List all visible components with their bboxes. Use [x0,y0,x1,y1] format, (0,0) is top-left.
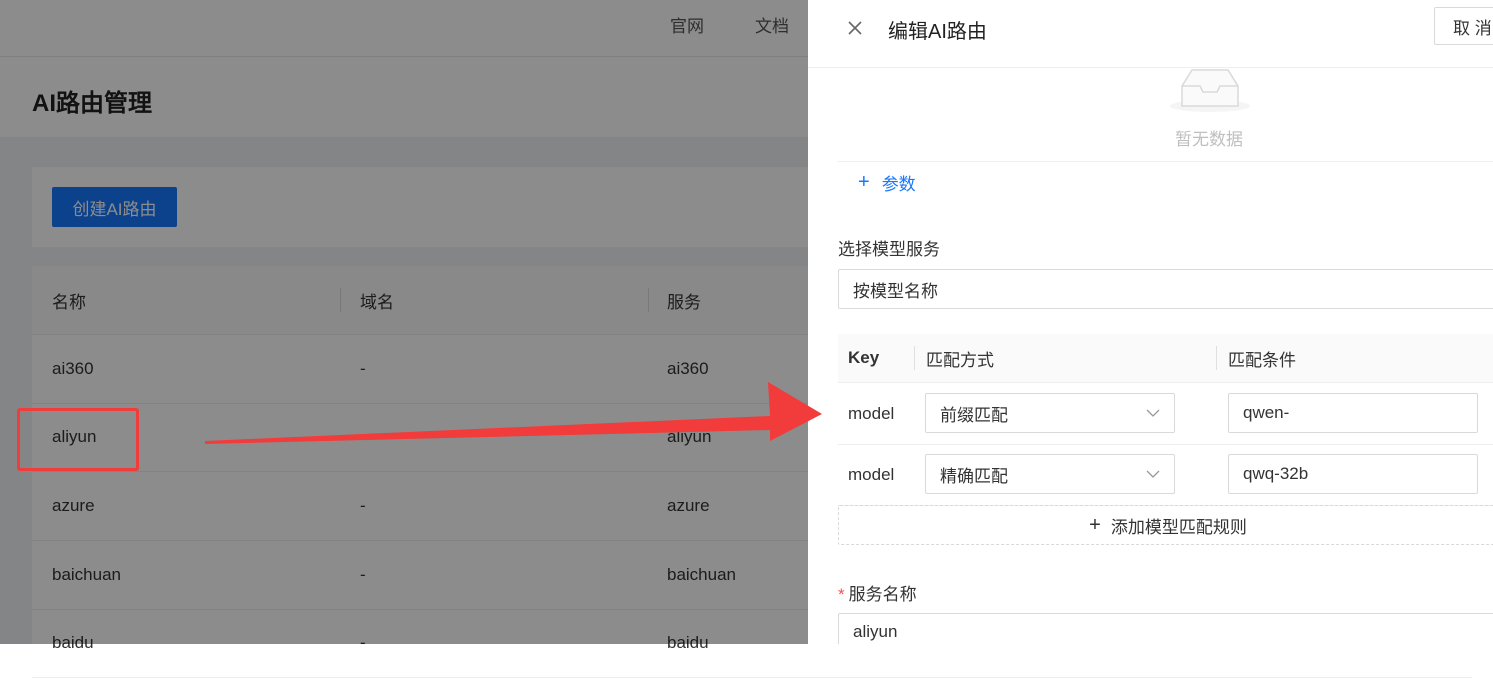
rules-header-key: Key [848,348,880,367]
chevron-down-icon [1146,470,1160,478]
drawer-header: 编辑AI路由 取 消 [808,0,1493,68]
rule-row: model 精确匹配 [838,444,1493,506]
rule-key: model [848,403,895,423]
add-rule-label: 添加模型匹配规则 [1110,517,1247,537]
model-service-label: 选择模型服务 [838,240,940,259]
match-condition-input[interactable] [1228,454,1478,494]
drawer-title: 编辑AI路由 [888,21,987,43]
service-name-field[interactable]: aliyun [838,613,1493,644]
rules-header-method: 匹配方式 [926,350,994,370]
service-name-label-text: 服务名称 [848,585,917,604]
service-name-label: * 服务名称 [838,580,917,605]
edit-ai-route-drawer: 编辑AI路由 取 消 暂无数据 + 参数 选择模型服务 按模型名称 Key 匹配… [808,0,1493,644]
modal-mask[interactable] [0,0,808,644]
column-divider [1216,346,1217,370]
required-marker: * [838,585,845,604]
chevron-down-icon [1146,409,1160,417]
close-icon[interactable] [844,17,866,39]
add-param-button[interactable]: + 参数 [858,170,916,195]
plus-icon: + [858,171,870,193]
rules-header-condition: 匹配条件 [1228,350,1296,370]
annotation-highlight-box [17,408,139,471]
match-method-select[interactable]: 精确匹配 [925,454,1175,494]
match-condition-input[interactable] [1228,393,1478,433]
add-model-match-rule-button[interactable]: + 添加模型匹配规则 [838,505,1493,545]
match-method-value: 精确匹配 [940,466,1008,486]
match-method-select[interactable]: 前缀匹配 [925,393,1175,433]
plus-icon: + [1089,513,1101,536]
empty-state-text: 暂无数据 [1175,130,1243,149]
divider [838,161,1493,162]
add-param-label: 参数 [881,175,916,194]
rule-key: model [848,464,895,484]
model-service-select[interactable]: 按模型名称 [838,269,1493,309]
cancel-button[interactable]: 取 消 [1434,7,1493,45]
empty-inbox-icon [1170,69,1250,112]
match-method-value: 前缀匹配 [940,405,1008,425]
rules-table-header: Key 匹配方式 匹配条件 [838,334,1493,383]
rule-row: model 前缀匹配 [838,383,1493,445]
column-divider [914,346,915,370]
